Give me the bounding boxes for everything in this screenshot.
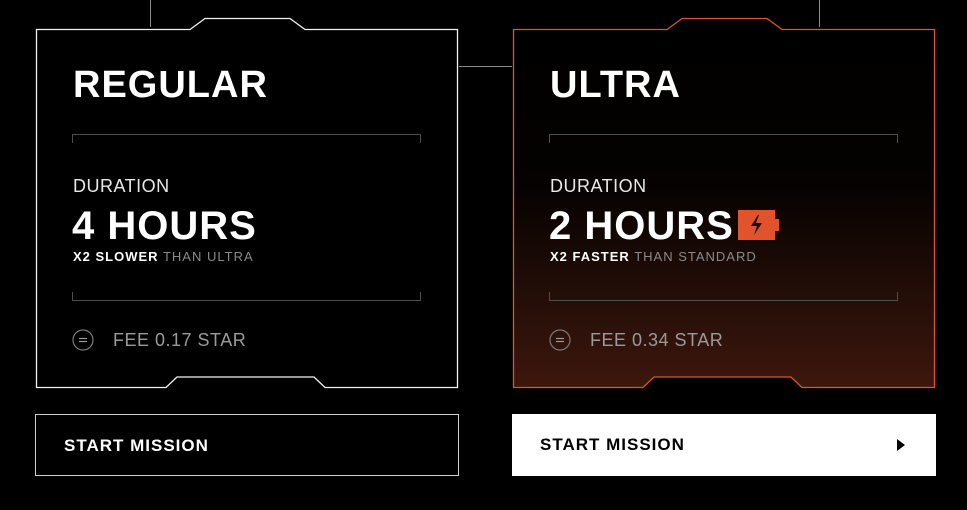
ultra-mission-card[interactable]: ULTRA DURATION 2 HOURS X2 FASTER THAN ST… [512,17,936,389]
divider-bottom [72,292,421,301]
fee-text: FEE 0.34 STAR [590,330,724,350]
divider-top [549,134,898,143]
start-mission-regular-button[interactable]: START MISSION [35,414,459,476]
speed-comparison: X2 SLOWER THAN ULTRA [73,249,254,264]
play-arrow-icon [897,439,905,451]
comparison-strong: X2 FASTER [550,249,630,264]
divider-bottom [549,292,898,301]
regular-mission-card[interactable]: REGULAR DURATION 4 HOURS X2 SLOWER THAN … [35,17,459,389]
star-token-icon [549,329,571,351]
comparison-strong: X2 SLOWER [73,249,159,264]
duration-value: 2 HOURS [549,204,734,248]
comparison-dim: THAN STANDARD [634,249,757,264]
lightning-battery-icon [738,210,779,240]
speed-comparison: X2 FASTER THAN STANDARD [550,249,757,264]
star-token-icon [72,329,94,351]
card-title: REGULAR [73,64,268,106]
fee-text: FEE 0.17 STAR [113,330,247,350]
duration-label: DURATION [73,176,170,196]
button-label: START MISSION [540,435,685,454]
comparison-dim: THAN ULTRA [162,249,254,264]
duration-label: DURATION [550,176,647,196]
button-label: START MISSION [64,436,209,455]
divider-top [72,134,421,143]
duration-value: 4 HOURS [72,204,257,248]
connector-line-middle [459,66,512,67]
card-title: ULTRA [550,64,681,106]
start-mission-ultra-button[interactable]: START MISSION [512,414,936,476]
